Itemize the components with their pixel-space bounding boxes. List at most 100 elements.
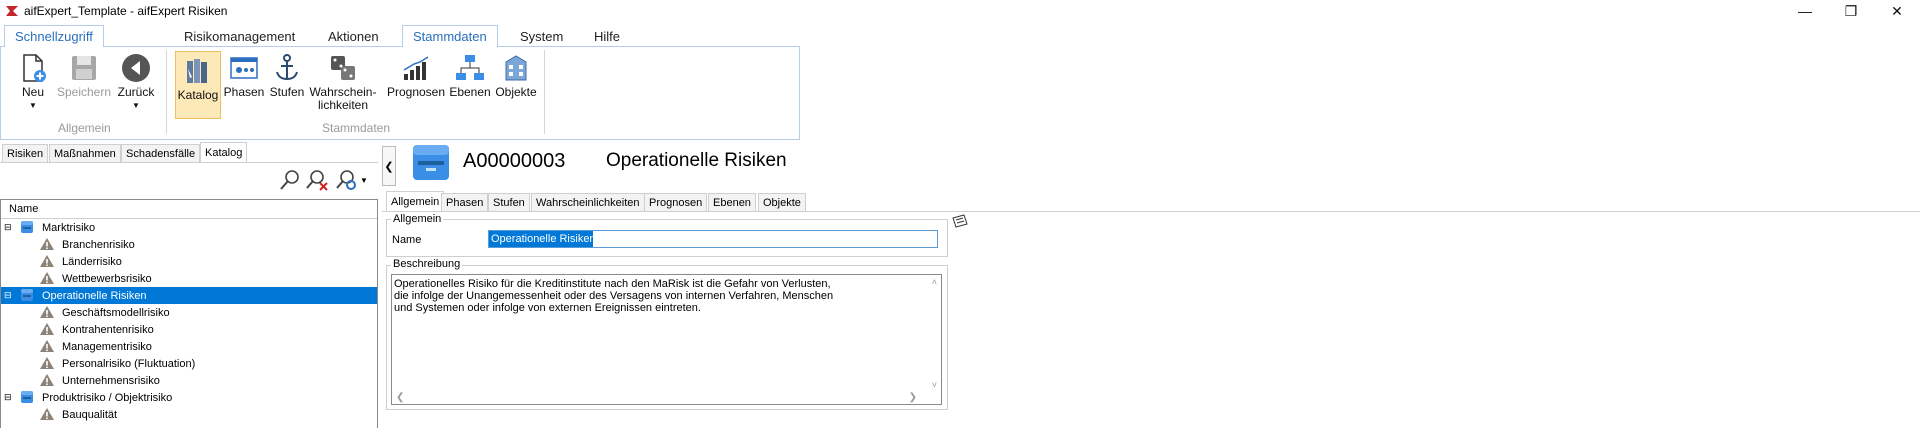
edit-note-icon[interactable] bbox=[950, 212, 970, 232]
tree-risk-row[interactable]: Personalrisiko (Fluktuation) bbox=[1, 355, 377, 372]
tab-wahrscheinlichkeiten[interactable]: Wahrscheinlichkeiten bbox=[531, 193, 645, 212]
warning-icon bbox=[39, 322, 55, 339]
catalog-id: A00000003 bbox=[463, 150, 566, 172]
name-field[interactable] bbox=[488, 230, 938, 248]
tab-risiken[interactable]: Risiken bbox=[2, 144, 49, 163]
save-disk-icon bbox=[72, 56, 96, 80]
tree-item-label: Kontrahentenrisiko bbox=[62, 323, 154, 336]
tree-risk-row[interactable]: Länderrisiko bbox=[1, 253, 377, 270]
stufen-button[interactable]: Stufen bbox=[268, 52, 306, 99]
ribbon-tab-risikomanagement[interactable]: Risikomanagement bbox=[184, 26, 295, 46]
scroll-right-icon[interactable]: ❯ bbox=[909, 392, 917, 403]
tab-massnahmen[interactable]: Maßnahmen bbox=[49, 144, 121, 163]
group-separator bbox=[166, 50, 167, 134]
tree-item-label: Managementrisiko bbox=[62, 340, 152, 353]
tree-item-label: Personalrisiko (Fluktuation) bbox=[62, 357, 196, 370]
anchor-icon bbox=[276, 54, 298, 81]
new-button[interactable]: Neu ▼ bbox=[16, 52, 50, 112]
warning-icon bbox=[39, 271, 55, 288]
scroll-down-icon[interactable]: ˅ bbox=[932, 380, 937, 390]
catalog-books-icon bbox=[187, 59, 207, 83]
tree-category-row[interactable]: ⊟ Operationelle Risiken bbox=[1, 287, 377, 304]
phasen-button[interactable]: Phasen bbox=[224, 52, 264, 99]
catalog-tree[interactable]: Name ⊟ Marktrisiko Branchenrisiko Länderris… bbox=[0, 199, 378, 428]
group-label-stammdaten: Stammdaten bbox=[322, 121, 391, 135]
hierarchy-icon bbox=[456, 55, 484, 80]
scroll-left-icon[interactable]: ❮ bbox=[396, 392, 404, 403]
warning-icon bbox=[39, 254, 55, 271]
ribbon-tab-system[interactable]: System bbox=[520, 26, 563, 46]
catalog-folder-icon bbox=[20, 288, 34, 305]
prognosen-button[interactable]: Prognosen bbox=[386, 52, 446, 99]
tree-risk-row[interactable]: Branchenrisiko bbox=[1, 236, 377, 253]
ribbon-tab-aktionen[interactable]: Aktionen bbox=[328, 26, 379, 46]
tab-ebenen[interactable]: Ebenen bbox=[708, 193, 756, 212]
catalog-folder-icon bbox=[20, 220, 34, 237]
tab-schadensfaelle[interactable]: Schadensfälle bbox=[121, 144, 201, 163]
tree-item-label: Marktrisiko bbox=[42, 221, 96, 234]
tree-item-label: Operationelle Risiken bbox=[42, 289, 147, 302]
scroll-up-icon[interactable]: ˄ bbox=[932, 277, 937, 287]
search-icon[interactable] bbox=[278, 168, 302, 192]
ebenen-button[interactable]: Ebenen bbox=[449, 52, 491, 99]
ebenen-button-label: Ebenen bbox=[449, 85, 491, 99]
tab-katalog[interactable]: Katalog bbox=[200, 142, 248, 163]
tree-item-label: Branchenrisiko bbox=[62, 238, 135, 251]
expand-collapse-icon[interactable]: ⊟ bbox=[4, 222, 12, 233]
tree-risk-row[interactable]: Unternehmensrisiko bbox=[1, 372, 377, 389]
katalog-button[interactable]: Katalog bbox=[175, 51, 221, 119]
tree-risk-row[interactable]: Bauqualität bbox=[1, 406, 377, 423]
tree-body: ⊟ Marktrisiko Branchenrisiko Länderrisiko We… bbox=[1, 219, 377, 423]
bar-chart-icon bbox=[403, 56, 429, 80]
save-button[interactable]: Speichern bbox=[57, 52, 111, 99]
back-dropdown-arrow-icon: ▼ bbox=[132, 101, 140, 110]
warning-icon bbox=[39, 373, 55, 390]
back-button[interactable]: Zurück ▼ bbox=[116, 52, 156, 112]
phasen-button-label: Phasen bbox=[223, 85, 265, 99]
tree-risk-row[interactable]: Kontrahentenrisiko bbox=[1, 321, 377, 338]
tree-item-label: Unternehmensrisiko bbox=[62, 374, 160, 387]
catalog-title: Operationelle Risiken bbox=[606, 150, 787, 171]
tree-risk-row[interactable]: Managementrisiko bbox=[1, 338, 377, 355]
collapse-panel-button[interactable]: ❮ bbox=[382, 146, 396, 186]
tree-risk-row[interactable]: Wettbewerbsrisiko bbox=[1, 270, 377, 287]
minimize-button[interactable]: — bbox=[1782, 0, 1828, 22]
wahrscheinlichkeiten-button-label: Wahrschein- lichkeiten bbox=[309, 85, 377, 112]
catalog-folder-icon bbox=[20, 390, 34, 407]
warning-icon bbox=[39, 339, 55, 356]
tab-prognosen[interactable]: Prognosen bbox=[644, 193, 708, 212]
tree-item-label: Geschäftsmodellrisiko bbox=[62, 306, 170, 319]
close-button[interactable]: ✕ bbox=[1874, 0, 1920, 22]
tree-header-name[interactable]: Name bbox=[1, 200, 377, 219]
tab-allgemein[interactable]: Allgemein bbox=[386, 191, 445, 212]
group-label-allgemein: Allgemein bbox=[58, 121, 111, 135]
expand-collapse-icon[interactable]: ⊟ bbox=[4, 290, 12, 301]
tab-divider bbox=[0, 162, 378, 163]
tree-item-label: Produktrisiko / Objektrisiko bbox=[42, 391, 173, 404]
ribbon-tab-hilfe[interactable]: Hilfe bbox=[594, 26, 620, 46]
description-textarea[interactable]: Operationelles Risiko für die Kreditinst… bbox=[391, 274, 942, 405]
expand-collapse-icon[interactable]: ⊟ bbox=[4, 392, 12, 403]
detail-tab-divider bbox=[382, 211, 1920, 212]
warning-icon bbox=[39, 356, 55, 373]
tab-phasen[interactable]: Phasen bbox=[441, 193, 489, 212]
wahrscheinlichkeiten-button[interactable]: Wahrschein- lichkeiten bbox=[310, 52, 376, 112]
maximize-button[interactable]: ❐ bbox=[1828, 0, 1874, 22]
clear-search-icon[interactable] bbox=[305, 168, 329, 192]
tab-stufen[interactable]: Stufen bbox=[488, 193, 530, 212]
tree-category-row[interactable]: ⊟ Produktrisiko / Objektrisiko bbox=[1, 389, 377, 406]
stufen-button-label: Stufen bbox=[269, 85, 305, 99]
tree-category-row[interactable]: ⊟ Marktrisiko bbox=[1, 219, 377, 236]
back-button-label: Zurück bbox=[117, 85, 155, 99]
title-bar bbox=[0, 0, 1920, 22]
catalog-cabinet-icon bbox=[413, 145, 449, 180]
tree-risk-row[interactable]: Geschäftsmodellrisiko bbox=[1, 304, 377, 321]
settings-dropdown-arrow-icon[interactable]: ▼ bbox=[360, 176, 368, 185]
new-dropdown-arrow-icon: ▼ bbox=[29, 101, 37, 110]
tab-objekte[interactable]: Objekte bbox=[758, 193, 806, 212]
objekte-button[interactable]: Objekte bbox=[494, 52, 538, 99]
search-settings-icon[interactable] bbox=[335, 168, 359, 192]
ribbon-tab-stammdaten[interactable]: Stammdaten bbox=[402, 25, 498, 47]
ribbon-tab-schnellzugriff[interactable]: Schnellzugriff bbox=[4, 25, 104, 47]
dice-icon bbox=[331, 56, 355, 80]
